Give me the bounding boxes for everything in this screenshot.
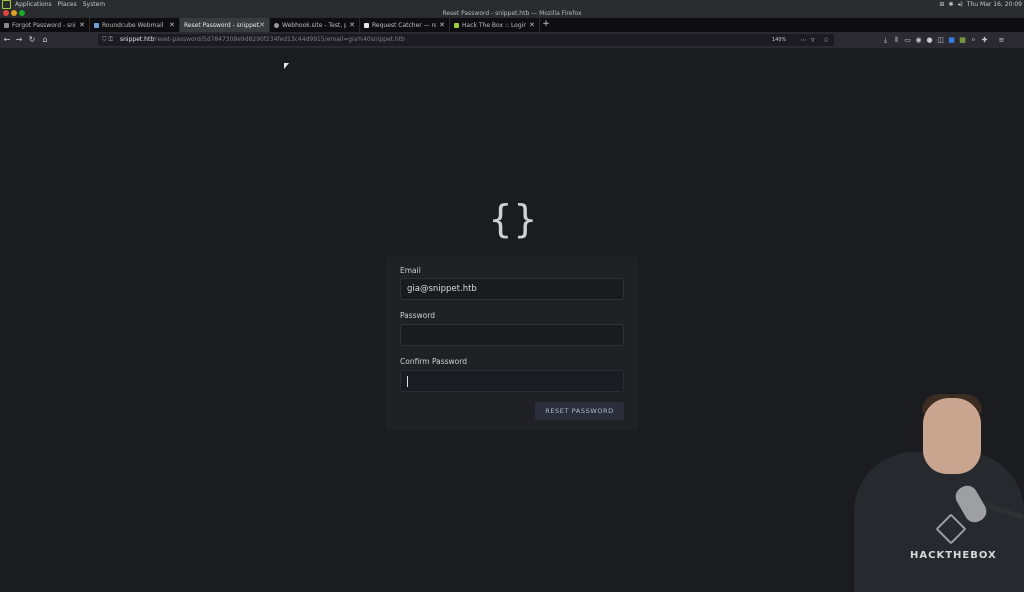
zoom-level[interactable]: 140%	[772, 34, 786, 46]
window-title: Reset Password - snippet.htb — Mozilla F…	[442, 10, 582, 17]
htb-brand-text: HACKTHEBOX	[910, 550, 997, 561]
tab-close-icon[interactable]: ✕	[349, 21, 355, 29]
tab-label: Roundcube Webmail :: In	[102, 21, 166, 29]
tab-favicon-icon	[4, 22, 9, 28]
extension-icon[interactable]: ▦	[957, 34, 968, 46]
extension-icon[interactable]: ◉	[913, 34, 924, 46]
window-title-bar: Reset Password - snippet.htb — Mozilla F…	[0, 9, 1024, 18]
os-menu: Applications Places System	[0, 0, 111, 9]
tab-label: Webhook.site - Test, pro	[282, 21, 346, 29]
extensions-puzzle-icon[interactable]: ✚	[979, 34, 990, 46]
library-icon[interactable]: ⫴	[891, 34, 902, 46]
tab-request-catcher[interactable]: Request Catcher — reque ✕	[360, 18, 450, 32]
reload-icon[interactable]: ↻	[26, 34, 38, 46]
tab-close-icon[interactable]: ✕	[169, 21, 175, 29]
tab-favicon-icon	[94, 22, 99, 28]
bookmark-star-icon[interactable]: ☆	[823, 34, 829, 46]
tab-reset-password[interactable]: Reset Password - snippet.htb ✕	[180, 18, 270, 32]
os-tray: ⊞ ✱ ◂) Thu Mar 16, 20:09	[935, 0, 1022, 9]
sidebar-icon[interactable]: ▭	[902, 34, 913, 46]
close-window-icon[interactable]	[3, 10, 9, 16]
new-tab-button[interactable]: +	[540, 18, 552, 32]
network-icon[interactable]: ⊞	[939, 1, 944, 8]
maximize-window-icon[interactable]	[19, 10, 25, 16]
home-icon[interactable]: ⌂	[39, 34, 51, 46]
toolbar-extensions: ⤓ ⫴ ▭ ◉ ● ◫ ■ ▦ ⚬ ✚ ≡	[880, 34, 1007, 46]
presenter-face	[923, 398, 981, 474]
os-menu-system[interactable]: System	[83, 1, 105, 8]
tab-close-icon[interactable]: ✕	[79, 21, 85, 29]
minimize-window-icon[interactable]	[11, 10, 17, 16]
confirm-password-label: Confirm Password	[400, 357, 467, 366]
tab-label: Reset Password - snippet.htb	[184, 21, 260, 29]
window-controls	[3, 10, 27, 16]
email-label: Email	[400, 266, 421, 275]
volume-icon[interactable]: ◂)	[957, 1, 962, 8]
tab-favicon-icon	[274, 22, 279, 28]
page-actions-icon[interactable]: ⋯	[800, 34, 807, 46]
email-field[interactable]: gia@snippet.htb	[400, 278, 624, 300]
os-menu-applications[interactable]: Applications	[15, 1, 52, 8]
forward-icon[interactable]: →	[13, 34, 25, 46]
menu-icon[interactable]: ≡	[996, 34, 1007, 46]
confirm-password-field[interactable]	[400, 370, 624, 392]
url-host: snippet.htb	[120, 36, 155, 43]
tab-favicon-icon	[454, 22, 459, 28]
tab-strip: Forgot Password - snippet.ht ✕ Roundcube…	[0, 18, 1024, 32]
os-clock[interactable]: Thu Mar 16, 20:09	[967, 1, 1022, 8]
pocket-icon[interactable]: ▿	[811, 34, 815, 46]
tab-label: Forgot Password - snippet.ht	[12, 21, 76, 29]
os-menu-places[interactable]: Places	[58, 1, 77, 8]
extension-icon[interactable]: ⚬	[968, 34, 979, 46]
os-top-bar: Applications Places System ⊞ ✱ ◂) Thu Ma…	[0, 0, 1024, 9]
tab-close-icon[interactable]: ✕	[529, 21, 535, 29]
tab-webhook-site[interactable]: Webhook.site - Test, pro ✕	[270, 18, 360, 32]
os-logo-icon	[2, 0, 11, 9]
url-path: /reset-password/5d7847308e9d8290f234fed1…	[153, 36, 405, 43]
webcam-overlay: HACKTHEBOX	[848, 392, 1024, 592]
site-info-icon[interactable]: ⛉ ⚿	[102, 34, 113, 46]
extension-icon[interactable]: ■	[946, 34, 957, 46]
tab-label: Hack The Box :: Login	[462, 21, 526, 29]
bluetooth-icon[interactable]: ✱	[948, 1, 953, 8]
back-icon[interactable]: ←	[1, 34, 13, 46]
tab-hack-the-box-login[interactable]: Hack The Box :: Login ✕	[450, 18, 540, 32]
tab-close-icon[interactable]: ✕	[439, 21, 445, 29]
tab-favicon-icon	[364, 22, 369, 28]
extension-icon[interactable]: ◫	[935, 34, 946, 46]
extension-icon[interactable]: ●	[924, 34, 935, 46]
url-bar[interactable]: ⛉ ⚿ snippet.htb /reset-password/5d784730…	[98, 34, 834, 46]
reset-password-card: Email gia@snippet.htb Password Confirm P…	[386, 256, 638, 430]
password-field[interactable]	[400, 324, 624, 346]
reset-password-button[interactable]: RESET PASSWORD	[535, 402, 624, 420]
navigation-bar: ← → ↻ ⌂ ⛉ ⚿ snippet.htb /reset-password/…	[0, 32, 1024, 48]
mouse-cursor-icon	[284, 63, 289, 69]
tab-forgot-password[interactable]: Forgot Password - snippet.ht ✕	[0, 18, 90, 32]
tab-label: Request Catcher — reque	[372, 21, 436, 29]
presenter-hoodie	[854, 452, 1024, 592]
tab-close-icon[interactable]: ✕	[259, 21, 265, 29]
password-label: Password	[400, 311, 436, 320]
tab-roundcube[interactable]: Roundcube Webmail :: In ✕	[90, 18, 180, 32]
text-caret	[407, 376, 408, 387]
downloads-icon[interactable]: ⤓	[880, 34, 891, 46]
app-logo-icon: {}	[489, 197, 539, 241]
